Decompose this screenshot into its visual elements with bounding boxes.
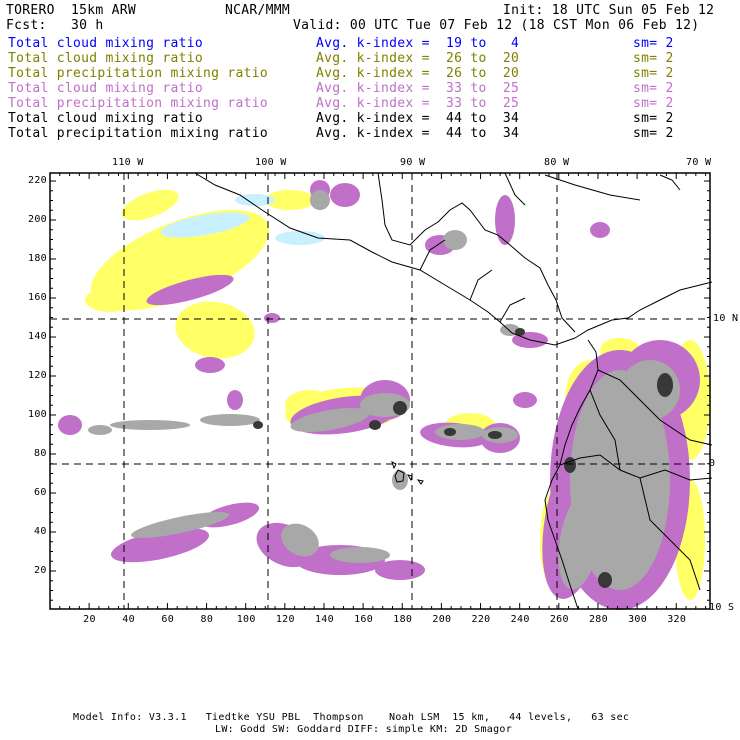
weather-plot: { "header": { "model": "TORERO 15km ARW"… (0, 0, 740, 740)
legend-index: Avg. k-index = 19 to 4 (316, 36, 520, 51)
x-tick-label: 120 (275, 614, 295, 625)
legend-index: Avg. k-index = 33 to 25 (316, 96, 520, 111)
x-tick-label: 180 (393, 614, 413, 625)
x-tick-label: 280 (588, 614, 608, 625)
init-time: Init: 18 UTC Sun 05 Feb 12 (503, 3, 715, 18)
y-tick-label: 20 (34, 565, 47, 576)
x-tick-label: 140 (314, 614, 334, 625)
legend-field: Total cloud mixing ratio (8, 36, 204, 51)
gray-cloud-area (330, 547, 390, 563)
dark-cloud-area (488, 431, 502, 439)
legend-sm: sm= 2 (633, 81, 674, 96)
legend-index: Avg. k-index = 26 to 20 (316, 51, 520, 66)
legend-sm: sm= 2 (633, 96, 674, 111)
model-info-line2: LW: Godd SW: Goddard DIFF: simple KM: 2D… (215, 724, 513, 735)
y-tick-label: 220 (28, 175, 47, 186)
x-tick-label: 60 (161, 614, 175, 625)
magenta-cloud-area (330, 183, 360, 207)
magenta-cloud-area (513, 392, 537, 408)
magenta-cloud-area (195, 357, 225, 373)
x-tick-label: 320 (667, 614, 687, 625)
legend-sm: sm= 2 (633, 126, 674, 141)
model-info-line1: Model Info: V3.3.1 Tiedtke YSU PBL Thomp… (73, 712, 630, 723)
legend-sm: sm= 2 (633, 66, 674, 81)
legend-field: Total precipitation mixing ratio (8, 96, 269, 111)
model-title: TORERO 15km ARW (6, 3, 137, 18)
magenta-cloud-area (58, 415, 82, 435)
dark-cloud-area (444, 428, 456, 436)
org-label: NCAR/MMM (225, 3, 291, 18)
lat-label: 10 N (713, 313, 739, 324)
magenta-cloud-area (590, 222, 610, 238)
y-tick-label: 120 (28, 370, 47, 381)
magenta-cloud-area (264, 313, 280, 323)
lat-label: 0 (709, 458, 716, 469)
y-tick-label: 200 (28, 214, 47, 225)
legend-index: Avg. k-index = 44 to 34 (316, 126, 520, 141)
lon-label: 110 W (112, 157, 144, 168)
legend-sm: sm= 2 (633, 36, 674, 51)
x-tick-label: 100 (236, 614, 256, 625)
gray-cloud-area (88, 425, 112, 435)
gray-cloud-area (200, 414, 260, 426)
lat-label: 10 S (709, 602, 735, 613)
dark-cloud-area (564, 457, 576, 473)
y-tick-label: 60 (34, 487, 47, 498)
yellow-cloud-area (175, 301, 255, 359)
legend-field: Total precipitation mixing ratio (8, 126, 269, 141)
magenta-cloud-area (375, 560, 425, 580)
x-tick-label: 40 (122, 614, 135, 625)
dark-cloud-area (253, 421, 263, 429)
legend-field: Total precipitation mixing ratio (8, 66, 269, 81)
gray-cloud-area (435, 424, 485, 440)
legend-sm: sm= 2 (633, 51, 674, 66)
gulf-coast (377, 172, 576, 333)
legend-field: Total cloud mixing ratio (8, 51, 204, 66)
valid-time: Valid: 00 UTC Tue 07 Feb 12 (18 CST Mon … (293, 18, 700, 33)
forecast-hour: Fcst: 30 h (6, 18, 104, 33)
gray-cloud-area (443, 230, 467, 250)
magenta-cloud-area (227, 390, 243, 410)
lon-label: 90 W (400, 157, 426, 168)
x-tick-label: 260 (549, 614, 569, 625)
y-tick-label: 100 (28, 409, 47, 420)
cloud-fields (58, 180, 710, 610)
y-tick-label: 180 (28, 253, 47, 264)
legend-index: Avg. k-index = 44 to 34 (316, 111, 520, 126)
x-tick-label: 220 (471, 614, 491, 625)
legend-index: Avg. k-index = 26 to 20 (316, 66, 520, 81)
gray-cloud-area (392, 470, 408, 490)
y-tick-label: 160 (28, 292, 47, 303)
x-tick-label: 20 (83, 614, 96, 625)
legend-sm: sm= 2 (633, 111, 674, 126)
x-tick-label: 200 (432, 614, 452, 625)
gray-cloud-area (310, 190, 330, 210)
dark-cloud-area (369, 420, 381, 430)
yellow-cloud-area (121, 189, 179, 221)
legend-field: Total cloud mixing ratio (8, 111, 204, 126)
cuba-coast (504, 172, 681, 206)
x-tick-label: 80 (200, 614, 214, 625)
legend-field: Total cloud mixing ratio (8, 81, 204, 96)
yellow-cloud-area (85, 288, 135, 312)
lon-label: 70 W (686, 157, 712, 168)
gray-cloud-area (110, 420, 190, 430)
x-tick-label: 160 (354, 614, 374, 625)
lon-label: 100 W (255, 157, 287, 168)
magenta-cloud-area (495, 195, 515, 245)
legend-index: Avg. k-index = 33 to 25 (316, 81, 520, 96)
y-tick-label: 80 (34, 448, 47, 459)
dark-cloud-area (393, 401, 407, 415)
dark-cloud-area (598, 572, 612, 588)
y-tick-label: 40 (34, 526, 47, 537)
dark-cloud-area (657, 373, 673, 397)
y-tick-label: 140 (28, 331, 47, 342)
x-tick-label: 300 (628, 614, 648, 625)
lon-label: 80 W (544, 157, 570, 168)
x-tick-label: 240 (510, 614, 530, 625)
